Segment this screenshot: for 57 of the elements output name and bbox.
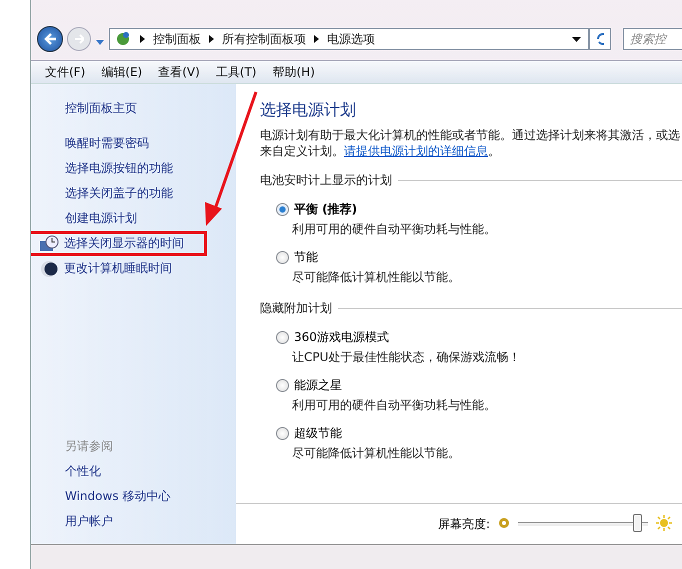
- sidebar-link[interactable]: 用户帐户: [31, 509, 236, 534]
- menu-item[interactable]: 文件(F): [37, 64, 94, 80]
- plan-description: 尽可能降低计算机性能以节能。: [291, 445, 461, 462]
- breadcrumb[interactable]: 所有控制面板项: [222, 30, 306, 48]
- breadcrumb[interactable]: 控制面板: [153, 30, 201, 48]
- group-heading: 电池安时计上显示的计划: [260, 172, 392, 188]
- description-text: 电源计划有助于最大化计算机的性能或者节能。通过选择计划来将其激活，或选: [260, 127, 681, 143]
- sidebar-link[interactable]: 更改计算机睡眠时间: [64, 260, 172, 277]
- chevron-icon[interactable]: [314, 32, 319, 46]
- refresh-button[interactable]: [589, 28, 611, 50]
- radio-button[interactable]: [276, 330, 289, 344]
- plan-name[interactable]: 360游戏电源模式: [294, 328, 389, 346]
- radio-button[interactable]: [276, 202, 289, 216]
- plan-name[interactable]: 节能: [294, 248, 318, 266]
- radio-button[interactable]: [276, 378, 289, 392]
- clock-monitor-icon: [39, 234, 59, 252]
- group-heading: 隐藏附加计划: [260, 300, 332, 316]
- sidebar-link[interactable]: 控制面板主页: [31, 96, 236, 121]
- radio-button[interactable]: [276, 250, 289, 264]
- arrow-left-icon: [44, 33, 56, 45]
- plan-description: 利用可用的硬件自动平衡功耗与性能。: [291, 397, 497, 414]
- back-button[interactable]: [37, 26, 63, 52]
- menu-item[interactable]: 工具(T): [208, 64, 264, 80]
- plan-name[interactable]: 超级节能: [294, 424, 342, 442]
- plan-description: 尽可能降低计算机性能以节能。: [291, 269, 461, 286]
- slider-thumb[interactable]: [632, 514, 642, 532]
- bright-sun-icon: [656, 514, 672, 534]
- chevron-icon[interactable]: [209, 32, 214, 46]
- chevron-icon[interactable]: [140, 32, 145, 46]
- see-also-heading: 另请参阅: [64, 438, 114, 455]
- menu-item[interactable]: 查看(V): [150, 64, 208, 80]
- plan-name[interactable]: 能源之星: [294, 376, 342, 394]
- radio-button[interactable]: [276, 426, 289, 440]
- search-field[interactable]: 搜索控: [623, 28, 682, 50]
- sidebar-link[interactable]: 唤醒时需要密码: [65, 135, 149, 152]
- menu-item[interactable]: 编辑(E): [93, 64, 150, 80]
- plan-name[interactable]: 平衡 (推荐): [294, 200, 358, 218]
- page-title: 选择电源计划: [260, 100, 357, 121]
- breadcrumb[interactable]: 电源选项: [327, 30, 375, 48]
- punctuation: 。: [488, 144, 500, 158]
- arrow-right-icon: [74, 34, 84, 44]
- brightness-label: 屏幕亮度:: [438, 516, 490, 532]
- sidebar-link[interactable]: 个性化: [31, 459, 236, 484]
- description-text: 来自定义计划。: [260, 144, 344, 158]
- plan-description: 让CPU处于最佳性能状态，确保游戏流畅！: [291, 349, 522, 366]
- brightness-slider[interactable]: [518, 514, 648, 534]
- sidebar-link[interactable]: Windows 移动中心: [31, 484, 236, 509]
- refresh-icon: [596, 32, 604, 46]
- sidebar-link[interactable]: 创建电源计划: [65, 210, 137, 227]
- moon-icon: [39, 260, 59, 278]
- details-link[interactable]: 请提供电源计划的详细信息: [344, 144, 488, 158]
- menu-item[interactable]: 帮助(H): [264, 64, 323, 80]
- address-bar[interactable]: 控制面板 所有控制面板项 电源选项: [109, 28, 589, 50]
- sidebar-link[interactable]: 选择关闭显示器的时间: [64, 235, 184, 252]
- sidebar-link[interactable]: 选择关闭盖子的功能: [65, 185, 173, 202]
- sidebar-link[interactable]: 选择电源按钮的功能: [65, 160, 173, 177]
- plan-description: 利用可用的硬件自动平衡功耗与性能。: [291, 221, 497, 238]
